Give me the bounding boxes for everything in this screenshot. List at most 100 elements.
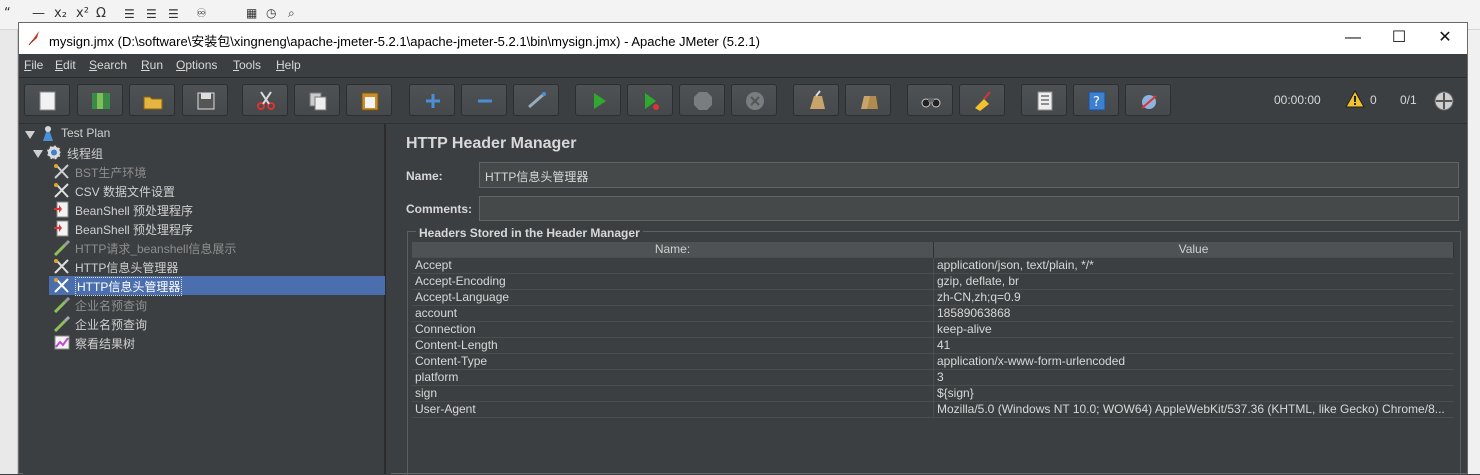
- menu-search[interactable]: Search: [89, 58, 127, 72]
- expand-arrow-icon[interactable]: [25, 131, 35, 139]
- reset-search-button[interactable]: [959, 84, 1005, 116]
- close-button[interactable]: ✕: [1422, 23, 1468, 54]
- tree-node-csv-data[interactable]: CSV 数据文件设置: [53, 181, 383, 200]
- function-helper-button[interactable]: [1021, 84, 1067, 116]
- clear-button[interactable]: [793, 84, 839, 116]
- table-row[interactable]: Accept-Encoding gzip, deflate, br: [412, 274, 1454, 290]
- header-name-cell[interactable]: Accept: [412, 258, 934, 274]
- header-value-cell[interactable]: gzip, deflate, br: [934, 274, 1454, 290]
- table-row[interactable]: Connection keep-alive: [412, 322, 1454, 338]
- menu-run[interactable]: Run: [141, 58, 163, 72]
- menu-options[interactable]: Options: [176, 58, 217, 72]
- header-name-cell[interactable]: Accept-Encoding: [412, 274, 934, 290]
- cut-button[interactable]: [242, 84, 288, 116]
- header-value-cell[interactable]: keep-alive: [934, 322, 1454, 338]
- header-value-cell[interactable]: Mozilla/5.0 (Windows NT 10.0; WOW64) App…: [934, 402, 1454, 418]
- test-plan-tree: Test Plan 线程组 BST生产环境 CSV 数据文件设置 BeanShe…: [23, 124, 385, 474]
- paste-button[interactable]: [346, 84, 392, 116]
- pane-splitter[interactable]: [385, 124, 391, 474]
- minimize-button[interactable]: —: [1330, 23, 1376, 54]
- header-name-cell[interactable]: account: [412, 306, 934, 322]
- header-value-cell[interactable]: 18589063868: [934, 306, 1454, 322]
- paste-icon: [361, 92, 379, 111]
- reset-search-icon: [975, 91, 991, 111]
- start-button[interactable]: [575, 84, 621, 116]
- header-value-cell[interactable]: application/x-www-form-urlencoded: [934, 354, 1454, 370]
- search-button[interactable]: [907, 84, 953, 116]
- table-row[interactable]: Content-Type application/x-www-form-urlen…: [412, 354, 1454, 370]
- header-value-cell[interactable]: ${sign}: [934, 386, 1454, 402]
- start-no-pause-button[interactable]: [627, 84, 673, 116]
- header-value-cell[interactable]: application/json, text/plain, */*: [934, 258, 1454, 274]
- wrench-icon: [54, 278, 69, 293]
- function-helper-icon: [1037, 91, 1053, 111]
- table-row[interactable]: Accept-Language zh-CN,zh;q=0.9: [412, 290, 1454, 306]
- copy-button[interactable]: [294, 84, 340, 116]
- help-button[interactable]: ?: [1073, 84, 1119, 116]
- stop-button[interactable]: [679, 84, 725, 116]
- tree-node-company-query-2[interactable]: 企业名预查询: [53, 314, 383, 333]
- table-row[interactable]: User-Agent Mozilla/5.0 (Windows NT 10.0; …: [412, 402, 1454, 418]
- menu-edit[interactable]: Edit: [55, 58, 76, 72]
- header-name-cell[interactable]: platform: [412, 370, 934, 386]
- wrench-icon: [54, 183, 69, 198]
- remote-icon: [1141, 95, 1157, 109]
- header-value-cell[interactable]: 41: [934, 338, 1454, 354]
- menu-file[interactable]: File: [24, 58, 43, 72]
- warning-count: 0: [1370, 93, 1377, 107]
- toggle-button[interactable]: [513, 84, 559, 116]
- menu-help[interactable]: Help: [276, 58, 301, 72]
- templates-button[interactable]: [77, 84, 123, 116]
- table-row[interactable]: Content-Length 41: [412, 338, 1454, 354]
- calendar-icon: ▦: [246, 6, 258, 20]
- background-app-edge: [1468, 30, 1480, 474]
- header-name-cell[interactable]: Connection: [412, 322, 934, 338]
- clear-all-button[interactable]: [845, 84, 891, 116]
- header-name-cell[interactable]: Content-Type: [412, 354, 934, 370]
- header-name-cell[interactable]: User-Agent: [412, 402, 934, 418]
- start-no-pause-icon: [645, 93, 659, 110]
- header-name-cell[interactable]: Content-Length: [412, 338, 934, 354]
- title-bar[interactable]: mysign.jmx (D:\software\安装包\xingneng\apa…: [19, 23, 1467, 54]
- jmeter-window: mysign.jmx (D:\software\安装包\xingneng\apa…: [18, 22, 1468, 475]
- elapsed-time: 00:00:00: [1274, 93, 1321, 107]
- remote-engine-status-icon[interactable]: [1433, 90, 1455, 112]
- table-row[interactable]: account 18589063868: [412, 306, 1454, 322]
- header-name-cell[interactable]: sign: [412, 386, 934, 402]
- tree-node-header-manager-2[interactable]: HTTP信息头管理器: [49, 276, 385, 296]
- save-button[interactable]: [182, 84, 228, 116]
- header-name-cell[interactable]: Accept-Language: [412, 290, 934, 306]
- expand-arrow-icon[interactable]: [33, 150, 43, 158]
- column-header-value[interactable]: Value: [934, 242, 1454, 258]
- menu-tools[interactable]: Tools: [233, 58, 261, 72]
- collapse-button[interactable]: [461, 84, 507, 116]
- column-header-name[interactable]: Name:: [412, 242, 934, 258]
- tree-node-http-beanshell[interactable]: HTTP请求_beanshell信息展示: [53, 238, 383, 257]
- shutdown-button[interactable]: [731, 84, 777, 116]
- header-value-cell[interactable]: zh-CN,zh;q=0.9: [934, 290, 1454, 306]
- tree-node-beanshell-1[interactable]: BeanShell 预处理程序: [53, 200, 383, 219]
- header-value-cell[interactable]: 3: [934, 370, 1454, 386]
- tree-node-company-query-1[interactable]: 企业名预查询: [53, 295, 383, 314]
- tree-node-results-tree[interactable]: 察看结果树: [53, 333, 383, 352]
- headers-group-title: Headers Stored in the Header Manager: [416, 226, 643, 240]
- maximize-button[interactable]: ☐: [1376, 23, 1422, 54]
- wrench-icon: [54, 259, 69, 274]
- open-button[interactable]: [129, 84, 175, 116]
- table-row[interactable]: Accept application/json, text/plain, */*: [412, 258, 1454, 274]
- new-button[interactable]: [24, 84, 70, 116]
- expand-button[interactable]: [409, 84, 455, 116]
- collapse-icon: [478, 99, 492, 103]
- table-row[interactable]: platform 3: [412, 370, 1454, 386]
- chart-icon: [54, 335, 70, 350]
- table-row[interactable]: sign ${sign}: [412, 386, 1454, 402]
- warning-icon[interactable]: [1345, 90, 1365, 108]
- stop-icon: [694, 92, 712, 110]
- remote-button[interactable]: [1125, 84, 1171, 116]
- name-field[interactable]: HTTP信息头管理器: [479, 162, 1459, 188]
- tree-node-beanshell-2[interactable]: BeanShell 预处理程序: [53, 219, 383, 238]
- start-icon: [594, 93, 606, 109]
- tree-node-bst-env[interactable]: BST生产环境: [53, 162, 383, 181]
- tree-node-header-manager-1[interactable]: HTTP信息头管理器: [53, 257, 383, 276]
- comments-field[interactable]: [479, 196, 1459, 221]
